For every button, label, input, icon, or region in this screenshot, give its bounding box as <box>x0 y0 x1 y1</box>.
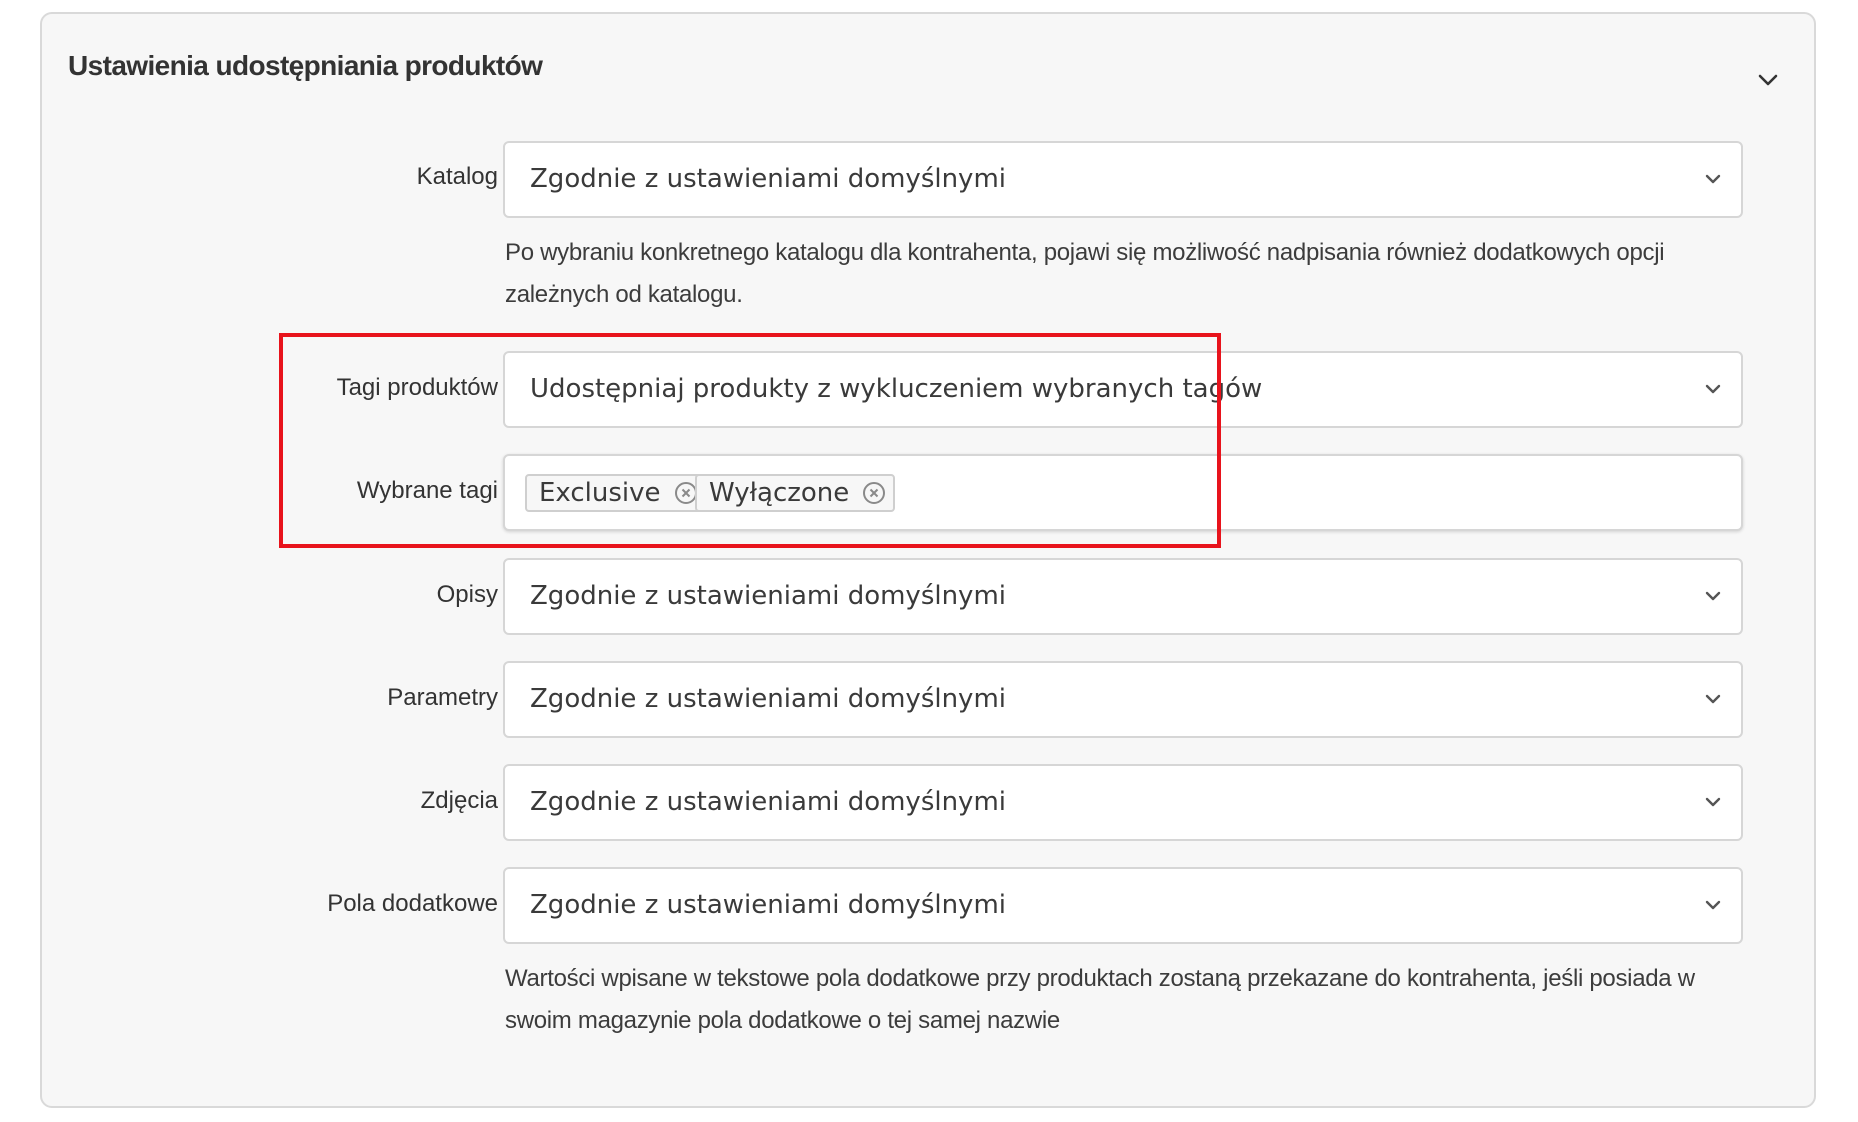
opisy-select[interactable]: Zgodnie z ustawieniami domyślnymi <box>503 558 1743 635</box>
pola-dodatkowe-label: Pola dodatkowe <box>327 890 498 917</box>
katalog-help-text: Po wybraniu konkretnego katalogu dla kon… <box>505 239 1665 308</box>
panel-title: Ustawienia udostępniania produktów <box>68 50 543 81</box>
katalog-label: Katalog <box>416 163 498 190</box>
chevron-down-icon <box>1705 591 1721 601</box>
chevron-down-icon <box>1705 797 1721 807</box>
katalog-select[interactable]: Zgodnie z ustawieniami domyślnymi <box>503 141 1743 218</box>
zdjecia-label: Zdjęcia <box>420 787 498 814</box>
parametry-select-value: Zgodnie z ustawieniami domyślnymi <box>530 684 1006 714</box>
tag-label: Wyłączone <box>709 478 850 508</box>
tag-label: Exclusive <box>539 478 661 508</box>
pola-dodatkowe-select-value: Zgodnie z ustawieniami domyślnymi <box>530 890 1006 920</box>
product-sharing-settings-panel: Ustawienia udostępniania produktów Katal… <box>40 12 1816 1108</box>
parametry-label: Parametry <box>387 684 498 711</box>
tagi-produktow-select-value: Udostępniaj produkty z wykluczeniem wybr… <box>530 374 1263 404</box>
katalog-select-value: Zgodnie z ustawieniami domyślnymi <box>530 164 1006 194</box>
pola-dodatkowe-help-text: Wartości wpisane w tekstowe pola dodatko… <box>505 965 1695 1034</box>
tagi-produktow-select[interactable]: Udostępniaj produkty z wykluczeniem wybr… <box>503 351 1743 428</box>
chevron-down-icon <box>1705 174 1721 184</box>
tagi-produktow-label: Tagi produktów <box>336 374 498 401</box>
chevron-down-icon <box>1705 900 1721 910</box>
wybrane-tagi-label: Wybrane tagi <box>356 477 498 504</box>
chevron-down-icon <box>1705 694 1721 704</box>
tag-chip: Wyłączone <box>695 474 896 512</box>
tag-chip: Exclusive <box>525 474 707 512</box>
parametry-select[interactable]: Zgodnie z ustawieniami domyślnymi <box>503 661 1743 738</box>
collapse-toggle-button[interactable] <box>1748 60 1788 100</box>
selected-tags-input[interactable]: Exclusive Wyłączone <box>503 454 1743 531</box>
circle-x-icon <box>674 482 697 504</box>
opisy-label: Opisy <box>436 581 498 608</box>
chevron-down-icon <box>1758 74 1778 86</box>
opisy-select-value: Zgodnie z ustawieniami domyślnymi <box>530 581 1006 611</box>
zdjecia-select[interactable]: Zgodnie z ustawieniami domyślnymi <box>503 764 1743 841</box>
tag-remove-button[interactable] <box>861 480 887 506</box>
circle-x-icon <box>863 482 886 504</box>
pola-dodatkowe-select[interactable]: Zgodnie z ustawieniami domyślnymi <box>503 867 1743 944</box>
zdjecia-select-value: Zgodnie z ustawieniami domyślnymi <box>530 787 1006 817</box>
chevron-down-icon <box>1705 384 1721 394</box>
